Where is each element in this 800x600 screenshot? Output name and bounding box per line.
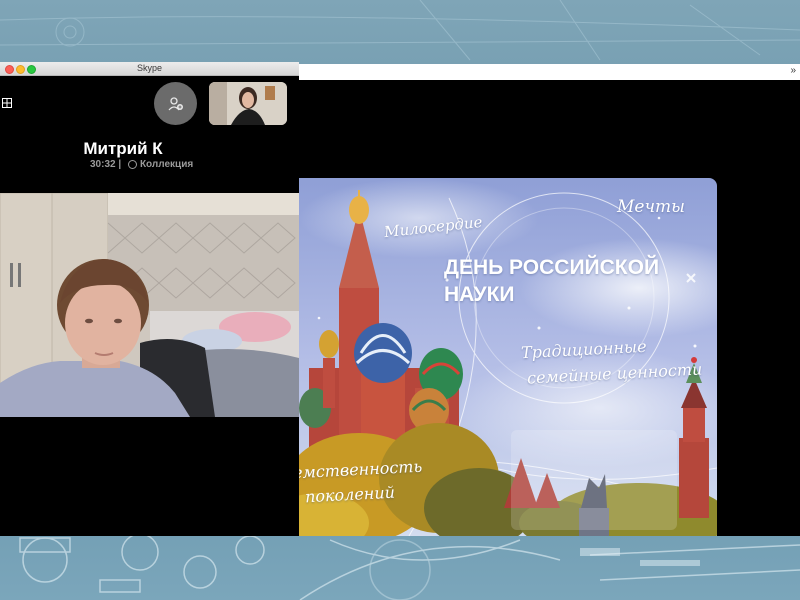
collection-icon — [127, 160, 137, 169]
screen-share-toolbar: » — [299, 64, 800, 80]
caller-name: Митрий К — [83, 139, 163, 158]
window-titlebar[interactable]: Skype — [0, 62, 299, 76]
skype-window: Skype Митрий К 30:32 | Коллекция — [0, 62, 299, 536]
slide-title: ДЕНЬ РОССИЙСКОЙ НАУКИ — [444, 254, 714, 308]
self-video-image — [209, 82, 287, 125]
slide-image — [299, 178, 717, 536]
call-duration: 30:32 — [90, 159, 116, 170]
add-participant-button[interactable] — [154, 82, 197, 125]
grid-icon[interactable] — [2, 98, 12, 108]
window-title: Skype — [136, 63, 162, 73]
add-participant-icon — [168, 96, 183, 110]
presentation-slide: ДЕНЬ РОССИЙСКОЙ НАУКИ Милосердие Мечты Т… — [299, 178, 717, 536]
expand-arrows-icon[interactable]: » — [790, 65, 796, 76]
remote-video-image — [0, 193, 299, 417]
collection-link[interactable]: Коллекция — [140, 159, 193, 170]
call-meta: 30:32 | Коллекция — [90, 159, 193, 170]
slide-title-line2: НАУКИ — [444, 283, 515, 306]
slide-word-mechty: Мечты — [617, 197, 686, 217]
self-video-preview[interactable] — [209, 82, 287, 125]
meta-separator: | — [118, 159, 122, 170]
slide-title-line1: ДЕНЬ РОССИЙСКОЙ — [444, 256, 660, 279]
remote-video[interactable] — [0, 193, 299, 417]
